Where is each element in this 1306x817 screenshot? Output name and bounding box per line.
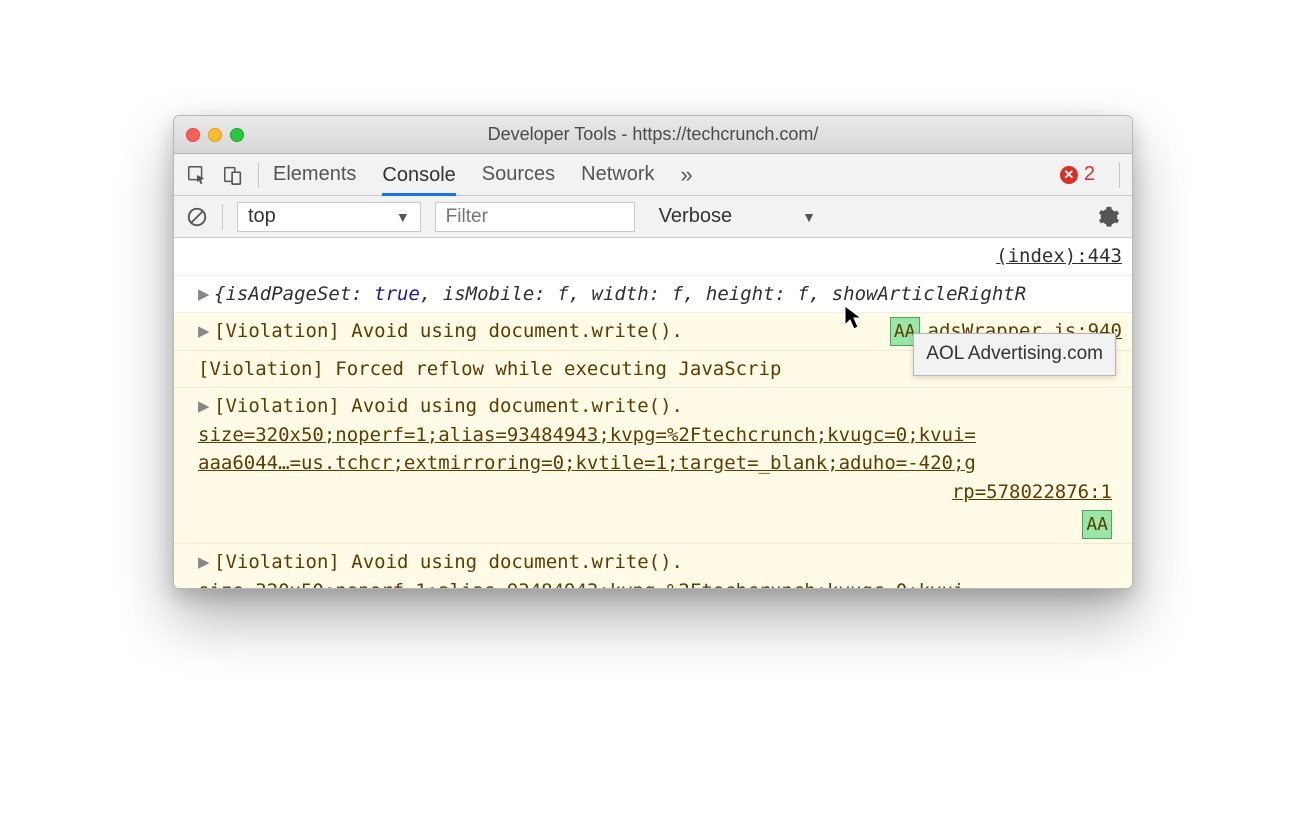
console-row-violation[interactable]: ▶[Violation] Avoid using document.write(… <box>174 544 1132 588</box>
thirdparty-badge[interactable]: AA <box>1082 510 1112 539</box>
console-row: (index):443 <box>174 238 1132 276</box>
tab-console[interactable]: Console <box>382 164 455 196</box>
context-selector[interactable]: top ▼ <box>237 202 421 232</box>
main-toolbar: Elements Console Sources Network » ✕ 2 <box>174 154 1132 196</box>
error-count-badge[interactable]: ✕ 2 <box>1060 163 1095 186</box>
traffic-lights <box>186 128 244 142</box>
minimize-icon[interactable] <box>208 128 222 142</box>
expand-arrow-icon[interactable]: ▶ <box>198 317 210 346</box>
filter-input[interactable] <box>435 202 635 232</box>
chevron-down-icon: ▼ <box>802 209 816 225</box>
console-filter-bar: top ▼ Verbose ▼ <box>174 196 1132 238</box>
error-icon: ✕ <box>1060 166 1078 184</box>
settings-icon[interactable] <box>1098 206 1120 228</box>
context-label: top <box>248 205 276 228</box>
close-icon[interactable] <box>186 128 200 142</box>
request-url-link[interactable]: aaa6044…=us.tchcr;extmirroring=0;kvtile=… <box>198 452 976 474</box>
request-url-link[interactable]: size=320x50;noperf=1;alias=93484943;kvpg… <box>198 580 976 589</box>
expand-arrow-icon[interactable]: ▶ <box>198 280 210 309</box>
expand-arrow-icon[interactable]: ▶ <box>198 392 210 421</box>
inspect-icon[interactable] <box>186 164 208 186</box>
window-title: Developer Tools - https://techcrunch.com… <box>174 124 1132 145</box>
log-level-label: Verbose <box>659 205 732 228</box>
request-url-link[interactable]: size=320x50;noperf=1;alias=93484943;kvpg… <box>198 424 976 446</box>
divider <box>1119 162 1120 188</box>
console-row[interactable]: ▶{isAdPageSet: true, isMobile: f, width:… <box>174 276 1132 314</box>
tab-elements[interactable]: Elements <box>273 163 356 186</box>
tab-network[interactable]: Network <box>581 163 654 186</box>
titlebar: Developer Tools - https://techcrunch.com… <box>174 116 1132 154</box>
badge-tooltip: AOL Advertising.com <box>913 333 1116 376</box>
device-toggle-icon[interactable] <box>222 164 244 186</box>
tab-sources[interactable]: Sources <box>482 163 555 186</box>
divider <box>222 204 223 230</box>
clear-console-icon[interactable] <box>186 206 208 228</box>
console-output: (index):443 ▶{isAdPageSet: true, isMobil… <box>174 238 1132 588</box>
log-level-selector[interactable]: Verbose ▼ <box>649 202 826 232</box>
console-row-violation[interactable]: ▶[Violation] Avoid using document.write(… <box>174 388 1132 544</box>
source-location-link[interactable]: rp=578022876:1 <box>198 478 1122 507</box>
divider <box>258 162 259 188</box>
maximize-icon[interactable] <box>230 128 244 142</box>
tabs-overflow-icon[interactable]: » <box>681 162 693 188</box>
source-location-link[interactable]: (index):443 <box>996 242 1122 271</box>
error-count: 2 <box>1084 163 1095 186</box>
chevron-down-icon: ▼ <box>396 209 410 225</box>
expand-arrow-icon[interactable]: ▶ <box>198 548 210 577</box>
devtools-window: Developer Tools - https://techcrunch.com… <box>173 115 1133 589</box>
panel-tabs: Elements Console Sources Network » <box>273 154 693 195</box>
